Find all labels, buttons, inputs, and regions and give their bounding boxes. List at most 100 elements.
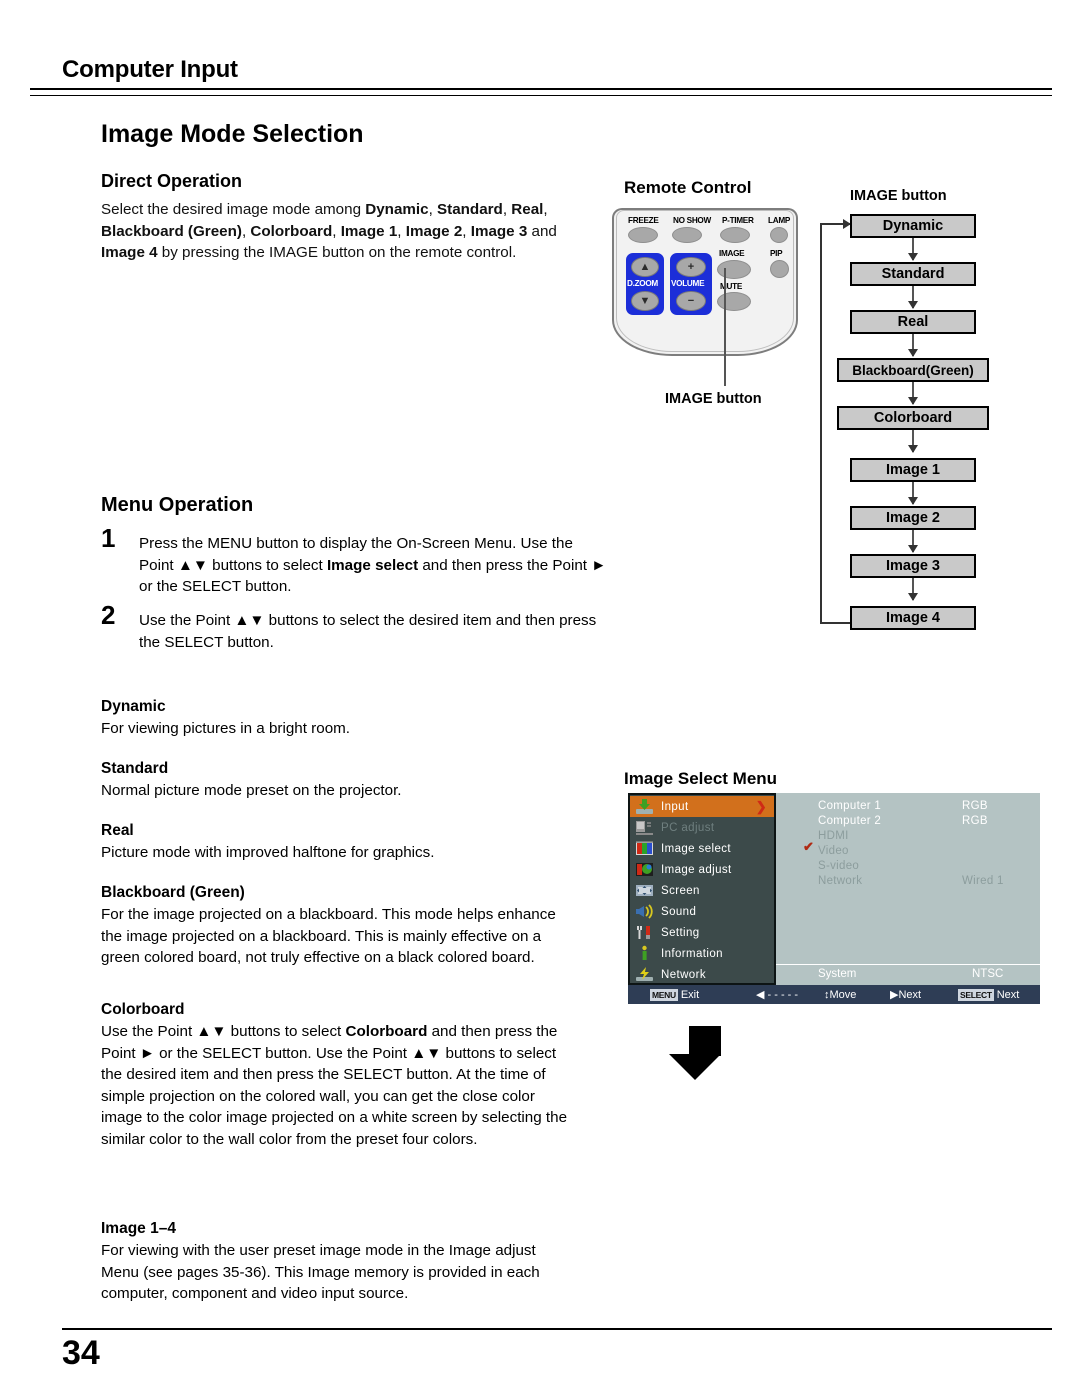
osd-footer-action: ↕Move xyxy=(824,989,856,1001)
information-icon xyxy=(634,945,655,962)
flow-arrow-7 xyxy=(908,530,918,553)
definition-term: Dynamic xyxy=(101,698,166,715)
osd-source-row[interactable]: Video xyxy=(776,845,1040,860)
definition-desc: Use the Point ▲▼ buttons to select Color… xyxy=(101,1023,568,1148)
on-screen-display-menu: Input ❯ PC adjust Image select Image adjust S… xyxy=(628,793,1040,1013)
osd-menu-item-input[interactable]: Input ❯ xyxy=(630,796,774,817)
left-margin-bar xyxy=(28,88,30,1328)
remote-p-timer-button[interactable] xyxy=(720,227,750,243)
flow-node-colorboard: Colorboard xyxy=(837,406,989,430)
osd-source-name: HDMI xyxy=(818,830,849,842)
definition-desc: For viewing with the user preset image m… xyxy=(101,1242,540,1302)
screen-icon xyxy=(634,882,655,899)
osd-footer-action: MENU Exit xyxy=(650,988,700,1001)
image-mode-flowchart: Dynamic Standard Real Blackboard(Green) … xyxy=(820,214,1050,639)
definition-blackboard-green: Blackboard (Green) For the image project… xyxy=(101,884,571,969)
remote-mute-button[interactable] xyxy=(717,292,751,311)
osd-menu-item-label: Image select xyxy=(661,842,731,855)
remote-image-button[interactable] xyxy=(717,260,751,279)
osd-source-name: Network xyxy=(818,875,863,887)
flow-node-image-3: Image 3 xyxy=(850,554,976,578)
image-adjust-icon xyxy=(634,861,655,878)
flow-node-image-2: Image 2 xyxy=(850,506,976,530)
osd-menu-item-label: Setting xyxy=(661,926,700,939)
osd-footer-action: ▶Next xyxy=(890,988,921,1001)
flow-node-image-1: Image 1 xyxy=(850,458,976,482)
page-title: Image Mode Selection xyxy=(101,120,364,148)
osd-footer-key-badge: SELECT xyxy=(958,988,994,1001)
remote-no-show-button[interactable] xyxy=(672,227,702,243)
osd-menu-item-network[interactable]: Network xyxy=(630,964,774,985)
osd-footer-key-badge: MENU xyxy=(650,988,678,1001)
flow-loop-top-arrow xyxy=(820,219,851,229)
osd-source-row[interactable]: Computer 1 RGB xyxy=(776,800,1040,815)
osd-source-row[interactable]: Network Wired 1 xyxy=(776,875,1040,890)
osd-menu-item-sound[interactable]: Sound xyxy=(630,901,774,922)
osd-source-row[interactable]: S-video xyxy=(776,860,1040,875)
osd-menu-item-image-adjust[interactable]: Image adjust xyxy=(630,859,774,880)
menu-step-1: 1 Press the MENU button to display the O… xyxy=(101,525,621,598)
header-divider xyxy=(28,88,1052,96)
definition-term: Standard xyxy=(101,760,169,777)
osd-menu-item-setting[interactable]: Setting xyxy=(630,922,774,943)
remote-label-volume: VOLUME xyxy=(671,279,705,288)
remote-label-dzoom: D.ZOOM xyxy=(627,279,658,288)
osd-footer-label: Next xyxy=(996,988,1020,1001)
menu-operation-heading: Menu Operation xyxy=(101,494,254,516)
definition-desc: Normal picture mode preset on the projec… xyxy=(101,782,402,799)
osd-source-value: RGB xyxy=(962,800,988,812)
definition-term: Colorboard xyxy=(101,1001,185,1018)
osd-source-row[interactable]: HDMI xyxy=(776,830,1040,845)
menu-step-1-number: 1 xyxy=(101,523,116,553)
osd-system-row: System NTSC xyxy=(776,964,1040,985)
osd-footer-action: SELECT Next xyxy=(958,988,1020,1001)
sound-icon xyxy=(634,903,655,920)
definition-colorboard: Colorboard Use the Point ▲▼ buttons to s… xyxy=(101,1001,571,1150)
osd-menu-item-information[interactable]: Information xyxy=(630,943,774,964)
definition-real: Real Picture mode with improved halftone… xyxy=(101,822,571,864)
remote-label-freeze: FREEZE xyxy=(628,216,659,225)
menu-step-2-number: 2 xyxy=(101,600,116,630)
definition-desc: Picture mode with improved halftone for … xyxy=(101,844,435,861)
osd-source-name: Video xyxy=(818,845,849,857)
definition-term: Real xyxy=(101,822,134,839)
page-header-title: Computer Input xyxy=(62,56,238,83)
remote-pip-button[interactable] xyxy=(770,260,789,278)
remote-dzoom-up-button[interactable]: ▲ xyxy=(631,257,659,277)
osd-source-row[interactable]: Computer 2 RGB xyxy=(776,815,1040,830)
osd-footer-label: Exit xyxy=(680,988,700,1001)
menu-step-2-text: Use the Point ▲▼ buttons to select the d… xyxy=(139,612,597,651)
remote-freeze-button[interactable] xyxy=(628,227,658,243)
osd-menu-item-screen[interactable]: Screen xyxy=(630,880,774,901)
remote-label-image: IMAGE xyxy=(719,249,745,258)
remote-volume-down-button[interactable]: − xyxy=(676,291,706,311)
osd-menu-item-image-select[interactable]: Image select xyxy=(630,838,774,859)
definition-term: Image 1–4 xyxy=(101,1220,176,1237)
osd-menu-item-label: Image adjust xyxy=(661,863,732,876)
definition-term: Blackboard (Green) xyxy=(101,884,245,901)
flow-arrow-8 xyxy=(908,578,918,601)
osd-menu-item-label: PC adjust xyxy=(661,821,715,834)
osd-menu-item-pc-adjust[interactable]: PC adjust xyxy=(630,817,774,838)
chevron-right-icon: ❯ xyxy=(755,798,767,814)
flow-node-standard: Standard xyxy=(850,262,976,286)
definition-desc: For viewing pictures in a bright room. xyxy=(101,720,351,737)
osd-menu-item-label: Sound xyxy=(661,905,697,918)
remote-volume-up-button[interactable]: + xyxy=(676,257,706,277)
flow-arrow-4 xyxy=(908,382,918,405)
osd-footer-bar: MENU Exit ◀ - - - - - ↕Move ▶Next SELECT Next xyxy=(628,985,1040,1004)
direct-operation-heading: Direct Operation xyxy=(101,171,243,191)
remote-control-heading: Remote Control xyxy=(624,178,752,197)
remote-dzoom-down-button[interactable]: ▼ xyxy=(631,291,659,311)
definition-dynamic: Dynamic For viewing pictures in a bright… xyxy=(101,698,571,740)
osd-source-name: Computer 1 xyxy=(818,800,882,812)
page-number: 34 xyxy=(62,1334,100,1372)
definition-standard: Standard Normal picture mode preset on t… xyxy=(101,760,571,802)
flow-node-real: Real xyxy=(850,310,976,334)
osd-source-value: Wired 1 xyxy=(962,875,1004,887)
direct-operation-body: Select the desired image mode among Dyna… xyxy=(101,201,557,261)
osd-source-name: S-video xyxy=(818,860,860,872)
remote-lamp-button[interactable] xyxy=(770,227,788,243)
remote-label-p-timer: P-TIMER xyxy=(722,216,754,225)
setting-icon xyxy=(634,924,655,941)
